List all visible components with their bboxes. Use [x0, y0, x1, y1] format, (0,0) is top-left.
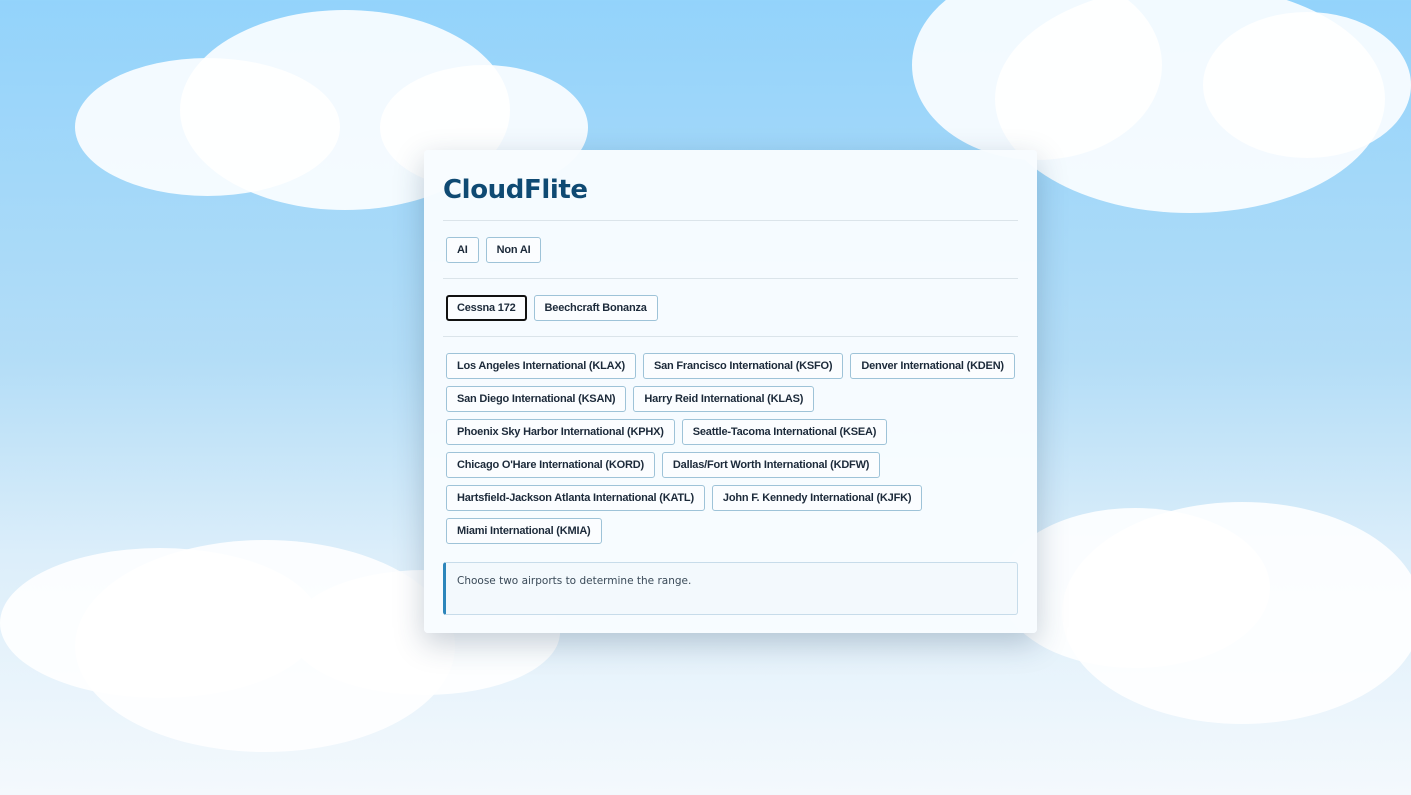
- aircraft-selector: Cessna 172 Beechcraft Bonanza: [443, 279, 1018, 336]
- airport-kord-button[interactable]: Chicago O'Hare International (KORD): [446, 452, 655, 478]
- airport-klax-button[interactable]: Los Angeles International (KLAX): [446, 353, 636, 379]
- airport-kjfk-button[interactable]: John F. Kennedy International (KJFK): [711, 485, 923, 511]
- airport-klas-button[interactable]: Harry Reid International (KLAS): [633, 386, 815, 412]
- airport-ksea-button[interactable]: Seattle-Tacoma International (KSEA): [681, 419, 888, 445]
- airport-ksan-button[interactable]: San Diego International (KSAN): [446, 386, 627, 412]
- app-title: CloudFlite: [443, 175, 588, 205]
- mode-non-ai-button[interactable]: Non AI: [485, 237, 542, 263]
- airport-kden-button[interactable]: Denver International (KDEN): [850, 353, 1015, 379]
- airport-katl-button[interactable]: Hartsfield-Jackson Atlanta International…: [446, 485, 705, 511]
- mode-ai-button[interactable]: AI: [446, 237, 479, 263]
- aircraft-cessna-172-button[interactable]: Cessna 172: [446, 295, 527, 321]
- info-message: Choose two airports to determine the ran…: [443, 562, 1018, 615]
- airport-kphx-button[interactable]: Phoenix Sky Harbor International (KPHX): [446, 419, 675, 445]
- airport-ksfo-button[interactable]: San Francisco International (KSFO): [642, 353, 844, 379]
- airport-kdfw-button[interactable]: Dallas/Fort Worth International (KDFW): [661, 452, 881, 478]
- info-message-text: Choose two airports to determine the ran…: [457, 575, 692, 587]
- main-card: CloudFlite AI Non AI Cessna 172 Beechcra…: [424, 150, 1037, 633]
- airport-selector: Los Angeles International (KLAX) San Fra…: [443, 337, 1018, 559]
- airport-kmia-button[interactable]: Miami International (KMIA): [446, 518, 602, 544]
- aircraft-beechcraft-bonanza-button[interactable]: Beechcraft Bonanza: [533, 295, 658, 321]
- mode-selector: AI Non AI: [443, 221, 1018, 278]
